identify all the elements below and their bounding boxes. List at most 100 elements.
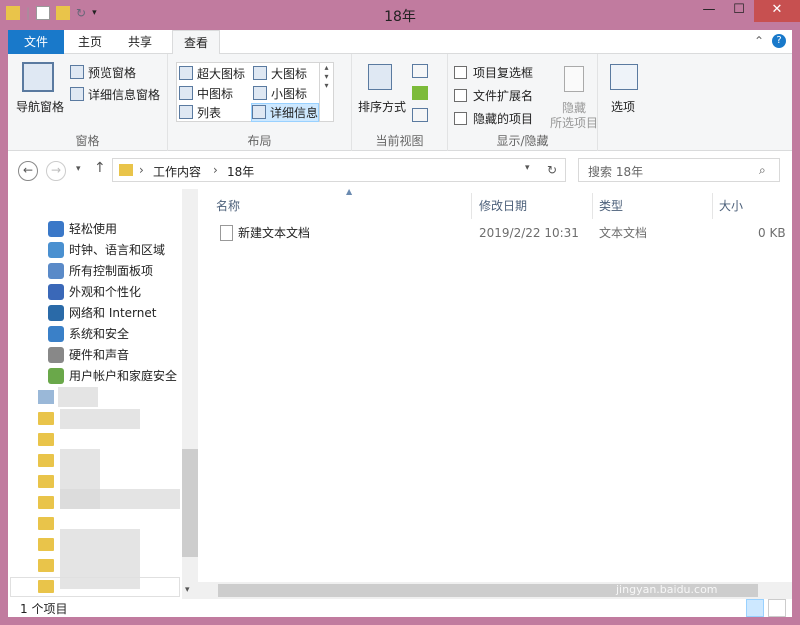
shield-icon <box>48 326 64 342</box>
preview-pane-button[interactable]: 预览窗格 <box>70 64 136 81</box>
nav-item-label: 系统和安全 <box>69 327 130 341</box>
watermark-url: jingyan.baidu.com <box>616 583 718 596</box>
checkbox[interactable] <box>454 66 467 79</box>
checkbox[interactable] <box>454 112 467 125</box>
folder-icon[interactable] <box>38 454 54 467</box>
breadcrumb-item[interactable]: 工作内容 <box>153 163 201 180</box>
layout-scroll-arrows[interactable]: ▴ ▾ ▾ <box>319 63 333 121</box>
layout-large-icons[interactable]: 大图标 <box>253 65 307 82</box>
size-columns-icon[interactable] <box>412 108 428 122</box>
folder-icon[interactable] <box>38 517 54 530</box>
breadcrumb-item[interactable]: 18年 <box>227 163 254 180</box>
nav-item-label: 时钟、语言和区域 <box>69 243 166 257</box>
tab-view[interactable]: 查看 <box>172 30 220 55</box>
details-pane-button[interactable]: 详细信息窗格 <box>70 86 160 103</box>
layout-label: 中图标 <box>197 87 234 101</box>
folder-icon[interactable] <box>38 538 54 551</box>
nav-pane-button[interactable]: 导航窗格 <box>16 98 64 115</box>
column-header-name[interactable]: 名称 <box>216 193 472 219</box>
maximize-button[interactable]: ☐ <box>724 0 754 22</box>
details-view-button[interactable] <box>746 599 764 617</box>
forward-button[interactable]: → <box>46 161 66 181</box>
nav-item[interactable]: 所有控制面板项 <box>48 261 153 281</box>
folder-icon[interactable] <box>38 559 54 572</box>
refresh-icon[interactable]: ↻ <box>547 163 557 177</box>
layout-small-icons[interactable]: 小图标 <box>253 85 307 102</box>
scroll-down-icon[interactable]: ▾ <box>185 585 190 595</box>
sort-by-button[interactable]: 排序方式 <box>358 98 406 115</box>
layout-label: 列表 <box>197 106 222 120</box>
help-icon[interactable]: ? <box>772 34 786 48</box>
nav-item-label: 外观和个性化 <box>69 285 142 299</box>
redacted-area <box>60 489 180 509</box>
minimize-button[interactable]: — <box>694 0 724 22</box>
nav-pane-icon <box>22 62 54 92</box>
group-options: 选项 <box>598 54 648 151</box>
recent-locations-icon[interactable]: ▾ <box>76 164 81 174</box>
expand-ribbon-icon[interactable]: ⌃ <box>754 34 764 48</box>
nav-item[interactable]: 时钟、语言和区域 <box>48 240 165 260</box>
checkbox-label: 隐藏的项目 <box>473 112 534 126</box>
column-header-type[interactable]: 类型 <box>599 193 713 219</box>
item-checkboxes-toggle[interactable]: 项目复选框 <box>454 64 533 81</box>
add-columns-icon[interactable] <box>412 86 428 100</box>
small-icons-icon <box>253 86 267 100</box>
file-size: 0 KB <box>758 226 786 240</box>
options-button[interactable]: 选项 <box>611 98 635 115</box>
nav-item[interactable]: 硬件和声音 <box>48 345 129 365</box>
layout-label: 超大图标 <box>197 67 246 81</box>
folder-icon[interactable] <box>38 496 54 509</box>
tab-file[interactable]: 文件 <box>8 30 64 54</box>
hide-selected-icon <box>564 66 584 92</box>
up-button[interactable]: ↑ <box>94 160 106 176</box>
status-bar: 1 个项目 <box>8 599 792 617</box>
control-panel-icon <box>48 263 64 279</box>
address-bar[interactable]: › 工作内容 › 18年 ▾ ↻ <box>112 158 566 182</box>
redacted-area <box>58 387 98 407</box>
table-row[interactable]: 新建文本文档 2019/2/22 10:31 文本文档 0 KB <box>198 222 792 244</box>
layout-extra-large-icons[interactable]: 超大图标 <box>179 65 245 82</box>
nav-item-selected[interactable] <box>10 577 180 597</box>
file-name: 新建文本文档 <box>238 226 311 240</box>
nav-item[interactable]: 轻松使用 <box>48 219 117 239</box>
nav-item[interactable]: 网络和 Internet <box>48 303 156 323</box>
close-button[interactable]: ✕ <box>754 0 800 22</box>
layout-list[interactable]: 列表 <box>179 104 221 121</box>
layout-label: 小图标 <box>271 87 308 101</box>
group-layout: 超大图标 大图标 中图标 小图标 列表 详细信息 ▴ ▾ ▾ 布局 <box>168 54 352 151</box>
column-header-size[interactable]: 大小 <box>719 193 789 219</box>
nav-item[interactable]: 外观和个性化 <box>48 282 141 302</box>
recycle-bin-icon[interactable] <box>38 390 54 404</box>
large-icons-view-button[interactable] <box>768 599 786 617</box>
nav-item-label: 所有控制面板项 <box>69 264 154 278</box>
nav-item[interactable]: 用户帐户和家庭安全 <box>48 366 177 386</box>
checkbox[interactable] <box>454 89 467 102</box>
redacted-area <box>60 409 140 429</box>
chevron-right-icon: › <box>139 163 144 177</box>
address-dropdown-icon[interactable]: ▾ <box>525 163 530 173</box>
folder-icon[interactable] <box>38 433 54 446</box>
checkbox-label: 项目复选框 <box>473 66 534 80</box>
back-button[interactable]: ← <box>18 161 38 181</box>
tab-home[interactable]: 主页 <box>70 30 110 54</box>
nav-item[interactable]: 系统和安全 <box>48 324 129 344</box>
ribbon-tabs: 文件 主页 共享 查看 ⌃ ? <box>8 30 792 55</box>
folder-icon[interactable] <box>38 475 54 488</box>
file-extensions-toggle[interactable]: 文件扩展名 <box>454 87 533 104</box>
layout-details[interactable]: 详细信息 <box>251 103 320 122</box>
hidden-items-toggle[interactable]: 隐藏的项目 <box>454 110 533 127</box>
search-input[interactable]: 搜索 18年 ⌕ <box>578 158 780 182</box>
nav-item-label: 硬件和声音 <box>69 348 130 362</box>
item-count: 1 个项目 <box>20 602 68 616</box>
nav-scrollbar-thumb[interactable] <box>182 449 198 557</box>
folder-icon[interactable] <box>38 412 54 425</box>
search-icon[interactable]: ⌕ <box>759 163 766 178</box>
explorer-window: | ↻ ▾ 18年 — ☐ ✕ 文件 主页 共享 查看 ⌃ ? 导航窗格 预览窗… <box>0 0 800 625</box>
user-accounts-icon <box>48 368 64 384</box>
nav-scrollbar[interactable]: ▾ <box>182 189 198 599</box>
group-by-icon[interactable] <box>412 64 428 78</box>
column-header-date[interactable]: 修改日期 <box>479 193 593 219</box>
layout-medium-icons[interactable]: 中图标 <box>179 85 233 102</box>
tab-share[interactable]: 共享 <box>120 30 160 54</box>
group-show-hide: 项目复选框 文件扩展名 隐藏的项目 隐藏 所选项目 显示/隐藏 <box>448 54 598 151</box>
